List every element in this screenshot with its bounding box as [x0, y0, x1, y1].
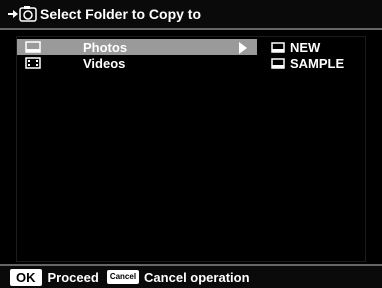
folder-item-photos[interactable]: Photos [17, 39, 257, 55]
proceed-label: Proceed [47, 269, 99, 285]
photo-folder-icon [17, 41, 49, 53]
subfolder-item-sample[interactable]: SAMPLE [271, 55, 344, 71]
folder-icon [271, 41, 285, 53]
subfolder-label: SAMPLE [290, 55, 345, 71]
folder-label: Videos [83, 55, 126, 71]
folder-icon [271, 57, 285, 69]
folder-list-panel: Photos Videos NEW SAMPLE [16, 36, 366, 262]
copy-to-camera-icon [6, 3, 38, 25]
cancel-operation-label: Cancel operation [144, 269, 250, 285]
video-folder-icon [17, 57, 49, 69]
folder-item-videos[interactable]: Videos [17, 55, 257, 71]
cancel-button[interactable]: Cancel [106, 270, 140, 284]
folder-label: Photos [83, 39, 128, 55]
title-bar: Select Folder to Copy to [0, 0, 382, 30]
subfolder-item-new[interactable]: NEW [271, 39, 320, 55]
button-guide-bar: OK Proceed Cancel Cancel operation [0, 264, 382, 288]
ok-button[interactable]: OK [10, 268, 42, 286]
subfolder-label: NEW [290, 39, 321, 55]
page-title: Select Folder to Copy to [40, 6, 202, 22]
